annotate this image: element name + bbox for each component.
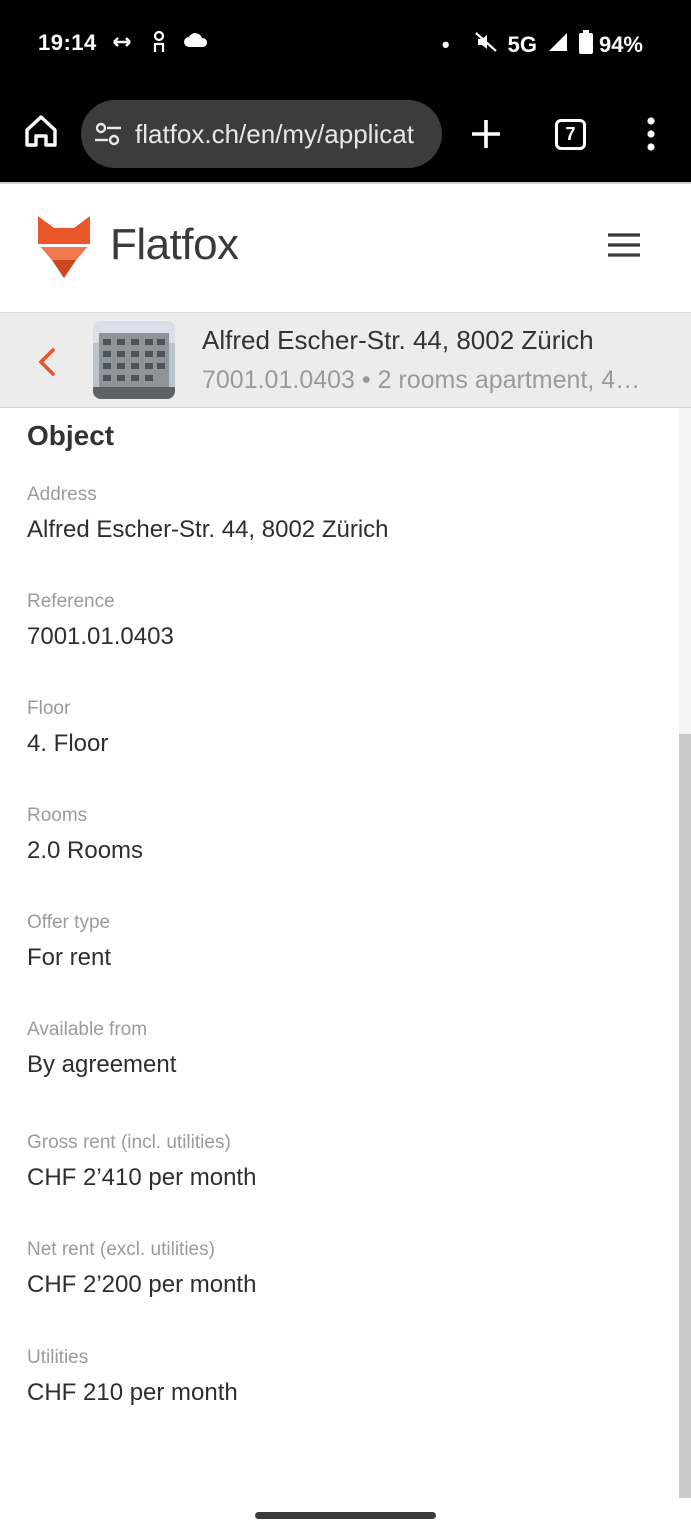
field-value: CHF 2’410 per month	[27, 1164, 257, 1191]
field-label: Reference	[27, 591, 115, 612]
field-value: Alfred Escher-Str. 44, 8002 Zürich	[27, 516, 389, 543]
more-menu-icon[interactable]	[640, 114, 662, 154]
field-label: Utilities	[27, 1347, 89, 1368]
section-title: Object	[27, 420, 115, 451]
field-label: Available from	[27, 1019, 148, 1040]
site-header: Flatfox	[0, 184, 691, 312]
network-label: 5G	[507, 32, 537, 57]
field-value: By agreement	[27, 1051, 177, 1078]
back-chevron-icon[interactable]	[36, 347, 58, 377]
field-label: Gross rent (incl. utilities)	[27, 1132, 231, 1153]
field-available-from: Available from By agreement	[27, 1019, 176, 1079]
field-label: Rooms	[27, 805, 88, 826]
field-value: For rent	[27, 944, 112, 971]
listing-title[interactable]: Alfred Escher-Str. 44, 8002 Zürich	[202, 325, 594, 356]
cast-icon	[110, 30, 134, 60]
field-value: 7001.01.0403	[27, 623, 174, 650]
logo-text[interactable]: Flatfox	[110, 220, 239, 270]
field-gross-rent: Gross rent (incl. utilities) CHF 2’410 p…	[27, 1132, 256, 1192]
tab-switcher-button[interactable]: 7	[555, 119, 586, 150]
url-text[interactable]: flatfox.ch/en/my/applicat	[135, 119, 435, 150]
hamburger-menu-icon[interactable]	[607, 232, 641, 258]
listing-thumbnail[interactable]	[93, 321, 175, 399]
cloud-icon	[183, 30, 209, 56]
field-address: Address Alfred Escher-Str. 44, 8002 Züri…	[27, 484, 389, 544]
site-settings-icon[interactable]	[93, 120, 123, 148]
field-floor: Floor 4. Floor	[27, 698, 108, 758]
gesture-home-indicator[interactable]	[255, 1512, 436, 1519]
battery-level: 94%	[598, 32, 643, 57]
signal-icon	[547, 31, 569, 59]
scrollbar-thumb[interactable]	[679, 734, 691, 1498]
field-offer-type: Offer type For rent	[27, 912, 111, 972]
battery-icon	[578, 30, 593, 60]
status-time: 19:14	[38, 30, 97, 55]
listing-subtitle: 7001.01.0403 • 2 rooms apartment, 4…	[202, 366, 641, 394]
flatfox-logo-icon[interactable]	[36, 214, 92, 280]
accessibility-icon	[150, 30, 168, 60]
field-utilities: Utilities CHF 210 per month	[27, 1347, 238, 1407]
home-icon[interactable]	[22, 112, 60, 150]
field-value: 4. Floor	[27, 730, 109, 757]
address-bar[interactable]: flatfox.ch/en/my/applicat	[81, 100, 442, 168]
field-reference: Reference 7001.01.0403	[27, 591, 174, 651]
browser-toolbar: flatfox.ch/en/my/applicat 7	[0, 88, 691, 182]
field-label: Offer type	[27, 912, 111, 933]
field-value: CHF 210 per month	[27, 1379, 238, 1406]
status-bar: 19:14 • 5G 94%	[0, 0, 691, 88]
field-label: Net rent (excl. utilities)	[27, 1239, 215, 1260]
status-right-group: • 5G 94%	[442, 30, 643, 60]
field-rooms: Rooms 2.0 Rooms	[27, 805, 143, 865]
field-value: 2.0 Rooms	[27, 837, 144, 864]
listing-summary-bar: Alfred Escher-Str. 44, 8002 Zürich 7001.…	[0, 312, 691, 408]
dot-icon: •	[441, 32, 450, 57]
mute-icon	[474, 30, 498, 60]
new-tab-icon[interactable]	[466, 114, 506, 154]
field-net-rent: Net rent (excl. utilities) CHF 2’200 per…	[27, 1239, 256, 1299]
field-value: CHF 2’200 per month	[27, 1271, 257, 1298]
field-label: Address	[27, 484, 97, 505]
field-label: Floor	[27, 698, 71, 719]
